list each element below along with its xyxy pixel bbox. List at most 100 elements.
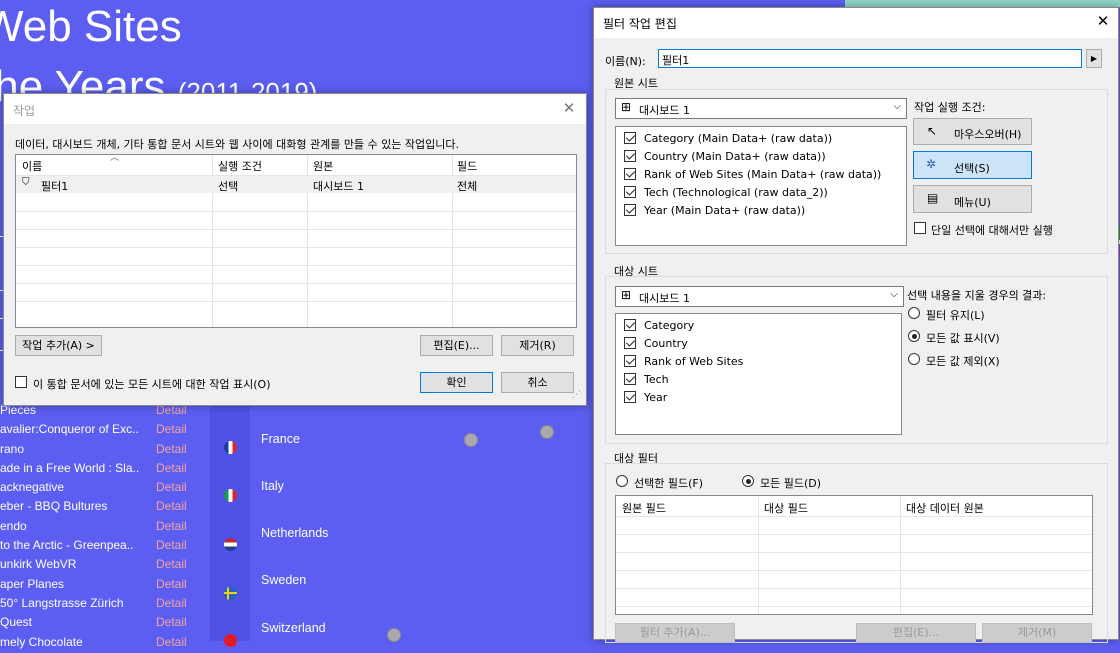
list-item[interactable]: avalier:Conqueror of Exc.. Detail [0, 421, 210, 440]
edit-filter-button[interactable]: 편집(E)... [856, 623, 976, 643]
close-icon[interactable]: ✕ [1094, 12, 1112, 30]
actions-description: 데이터, 대시보드 개체, 기타 통합 문서 시트와 웹 사이에 대화형 관계를… [15, 138, 459, 151]
detail-link[interactable]: Detail [156, 442, 187, 456]
list-item[interactable]: to the Arctic - Greenpea.. Detail [0, 537, 210, 556]
all-fields-radio[interactable] [742, 475, 754, 487]
detail-link[interactable]: Detail [156, 461, 187, 475]
target-sheet-checkbox[interactable] [624, 355, 636, 367]
target-sheet-item[interactable]: Year [616, 390, 901, 406]
column-header-source-field: 원본 필드 [622, 502, 666, 515]
source-sheet-checkbox[interactable] [624, 186, 636, 198]
source-sheet-item[interactable]: Tech (Technological (raw data_2)) [616, 185, 906, 201]
detail-link[interactable]: Detail [156, 422, 187, 436]
target-sheet-label: Category [644, 319, 695, 332]
name-insert-arrow-button[interactable]: ▶ [1086, 49, 1102, 68]
detail-link[interactable]: Detail [156, 519, 187, 533]
detail-link[interactable]: Detail [156, 557, 187, 571]
list-item[interactable]: rano Detail [0, 441, 210, 460]
actions-table: 이름 ︿ 실행 조건 원본 필드 ⛉ 필터1 선택 대시보드 1 전체 [15, 153, 577, 328]
list-item[interactable]: endo Detail [0, 518, 210, 537]
target-sheet-checkbox[interactable] [624, 337, 636, 349]
netherlands-flag-icon [224, 538, 237, 551]
name-input[interactable]: 필터1 [658, 49, 1082, 68]
pointer-icon: ↖ [927, 124, 938, 138]
detail-link[interactable]: Detail [156, 480, 187, 494]
detail-link[interactable]: Detail [156, 499, 187, 513]
select-click-icon: ✲ [926, 157, 937, 171]
cancel-button[interactable]: 취소 [501, 372, 574, 393]
selected-fields-label: 선택한 필드(F) [634, 477, 704, 490]
detail-link[interactable]: Detail [156, 635, 187, 649]
list-item[interactable]: mely Chocolate Detail [0, 634, 210, 653]
list-item[interactable]: unkirk WebVR Detail [0, 556, 210, 575]
run-on-hover-button[interactable]: ↖ 마우스오버(H) [913, 118, 1032, 145]
target-sheet-checkbox[interactable] [624, 319, 636, 331]
source-sheet-dropdown[interactable]: ⊞ 대시보드 1 ⌵ [615, 98, 907, 119]
list-item[interactable]: eber - BBQ Bultures Detail [0, 498, 210, 517]
column-header-field[interactable]: 필드 [457, 158, 477, 174]
column-header-condition[interactable]: 실행 조건 [218, 158, 262, 174]
column-header-name[interactable]: 이름 [22, 158, 42, 174]
detail-link[interactable]: Detail [156, 577, 187, 591]
list-item[interactable]: ade in a Free World : Sla.. Detail [0, 460, 210, 479]
remove-action-button[interactable]: 제거(R) [501, 335, 574, 356]
source-sheet-checkbox[interactable] [624, 132, 636, 144]
edit-filter-action-dialog: 필터 작업 편집 ✕ 이름(N): 필터1 ▶ 원본 시트 ⊞ 대시보드 1 ⌵… [593, 7, 1119, 643]
edit-action-button[interactable]: 편집(E)... [420, 335, 493, 356]
source-sheet-item[interactable]: Rank of Web Sites (Main Data+ (raw data)… [616, 167, 906, 183]
remove-filter-button[interactable]: 제거(M) [982, 623, 1092, 643]
target-sheet-dropdown[interactable]: ⊞ 대시보드 1 ⌵ [615, 286, 904, 307]
source-sheet-checkbox[interactable] [624, 168, 636, 180]
dashboard-grid-icon: ⊞ [621, 288, 632, 302]
keep-filter-radio[interactable] [908, 307, 920, 319]
chevron-down-icon: ⌵ [890, 289, 898, 300]
add-filter-button[interactable]: 필터 추가(A)... [615, 623, 735, 643]
list-item[interactable]: aper Planes Detail [0, 576, 210, 595]
dashboard-grid-icon: ⊞ [621, 100, 632, 114]
source-sheet-checkbox[interactable] [624, 204, 636, 216]
run-on-select-button[interactable]: ✲ 선택(S) [913, 151, 1032, 179]
source-sheet-label: Year (Main Data+ (raw data)) [644, 204, 806, 217]
selected-fields-radio[interactable] [616, 475, 628, 487]
actions-dialog: 작업 ✕ 데이터, 대시보드 개체, 기타 통합 문서 시트와 웹 사이에 대화… [3, 93, 587, 406]
target-sheet-label: Tech [644, 373, 669, 386]
resize-grip-icon[interactable]: ⋰ [572, 390, 581, 400]
column-header-source[interactable]: 원본 [313, 158, 333, 174]
target-sheet-value: 대시보드 1 [639, 292, 690, 305]
menu-icon: ▤ [927, 191, 939, 205]
source-sheet-label: Country (Main Data+ (raw data)) [644, 150, 826, 163]
source-sheet-checkbox[interactable] [624, 150, 636, 162]
country-label-france: France [261, 432, 300, 446]
detail-link[interactable]: Detail [156, 596, 187, 610]
list-item[interactable]: 50° Langstrasse Zürich Detail [0, 595, 210, 614]
target-sheet-checkbox[interactable] [624, 391, 636, 403]
target-sheet-item[interactable]: Tech [616, 372, 901, 388]
target-sheets-list: Category Country Rank of Web Sites Tech Year [615, 313, 902, 435]
list-item[interactable]: Quest Detail [0, 614, 210, 633]
source-sheet-item[interactable]: Year (Main Data+ (raw data)) [616, 203, 906, 219]
run-on-label: 작업 실행 조건: [914, 101, 986, 114]
target-sheet-item[interactable]: Country [616, 336, 901, 352]
exclude-all-values-radio[interactable] [908, 353, 920, 365]
run-on-menu-button[interactable]: ▤ 메뉴(U) [913, 185, 1032, 213]
target-sheet-label: Year [644, 391, 668, 404]
clearing-selection-label: 선택 내용을 지울 경우의 결과: [907, 289, 1047, 302]
source-sheet-item[interactable]: Country (Main Data+ (raw data)) [616, 149, 906, 165]
detail-link[interactable]: Detail [156, 538, 187, 552]
add-action-button[interactable]: 작업 추가(A) > [15, 335, 102, 356]
source-sheet-label: Tech (Technological (raw data_2)) [644, 186, 828, 199]
detail-link[interactable]: Detail [156, 615, 187, 629]
source-sheet-item[interactable]: Category (Main Data+ (raw data)) [616, 131, 906, 147]
table-row[interactable]: ⛉ 필터1 선택 대시보드 1 전체 [16, 176, 576, 193]
run-on-menu-label: 메뉴(U) [954, 196, 991, 209]
target-sheet-item[interactable]: Category [616, 318, 901, 334]
target-sheet-item[interactable]: Rank of Web Sites [616, 354, 901, 370]
single-select-checkbox[interactable] [914, 222, 926, 234]
show-all-sheets-checkbox[interactable] [15, 376, 27, 388]
ok-button[interactable]: 확인 [420, 372, 493, 393]
run-on-select-label: 선택(S) [954, 162, 990, 175]
show-all-values-radio[interactable] [908, 330, 920, 342]
target-sheet-checkbox[interactable] [624, 373, 636, 385]
list-item[interactable]: acknegative Detail [0, 479, 210, 498]
close-icon[interactable]: ✕ [560, 99, 578, 117]
